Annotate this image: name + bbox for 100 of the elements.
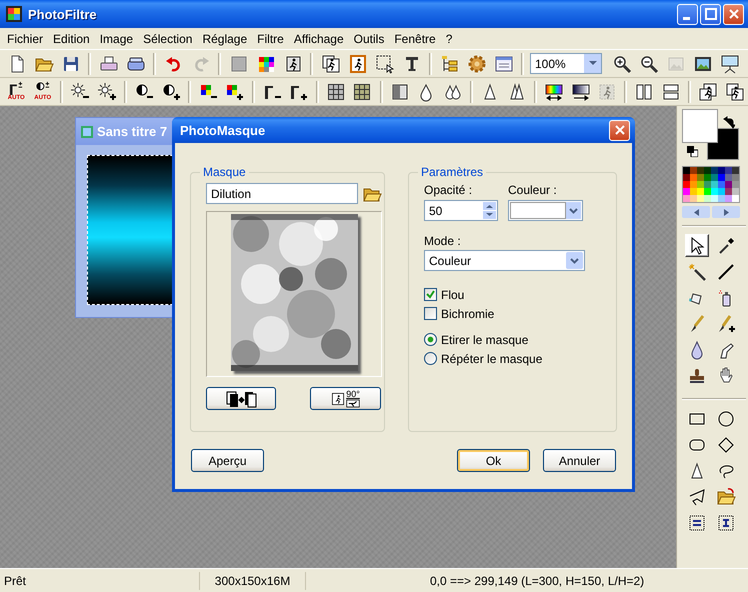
dialog-button[interactable]: Ok — [457, 449, 530, 472]
dotted-i-beam-icon[interactable] — [716, 512, 736, 532]
palette-swatch[interactable] — [690, 181, 697, 188]
palette-swatch[interactable] — [697, 188, 704, 195]
palette-swatch[interactable] — [683, 181, 690, 188]
grid-icon[interactable] — [352, 82, 372, 102]
diamond-icon[interactable] — [716, 434, 736, 454]
line-icon[interactable] — [716, 262, 736, 282]
gradient-arrow-icon[interactable] — [570, 82, 591, 102]
palette-swatch[interactable] — [711, 181, 718, 188]
projector-screen-icon[interactable] — [720, 54, 740, 74]
menu-item[interactable]: ? — [440, 30, 458, 48]
pages-icon[interactable] — [660, 82, 681, 102]
palette-swatch[interactable] — [690, 188, 697, 195]
rotate-button[interactable]: 90° — [310, 387, 381, 410]
close-button[interactable] — [723, 4, 744, 24]
palette-swatch[interactable] — [732, 181, 739, 188]
palette-swatch[interactable] — [718, 167, 725, 174]
dialog-button[interactable]: Aperçu — [191, 449, 264, 472]
palette-swatch[interactable] — [704, 174, 711, 181]
circle-icon[interactable] — [716, 408, 736, 428]
mode-combobox[interactable]: Couleur — [424, 250, 585, 271]
menu-item[interactable]: Fenêtre — [389, 30, 441, 48]
dialog-button[interactable]: Annuler — [543, 449, 616, 472]
zoom-combobox[interactable]: 100% — [530, 53, 602, 74]
palette-swatch[interactable] — [683, 195, 690, 202]
checkbox[interactable] — [424, 288, 437, 301]
selection-icon[interactable] — [374, 54, 394, 74]
menu-item[interactable]: Sélection — [138, 30, 198, 48]
close-button[interactable] — [609, 120, 630, 140]
palette-swatch[interactable] — [704, 188, 711, 195]
menu-item[interactable]: Image — [94, 30, 138, 48]
palette-swatch[interactable] — [690, 195, 697, 202]
palette-swatch[interactable] — [704, 181, 711, 188]
zoom-out-icon[interactable] — [638, 54, 658, 74]
opacity-spinbox[interactable]: 50 — [424, 200, 498, 221]
grid-icon[interactable] — [326, 82, 346, 102]
palette-swatch[interactable] — [718, 188, 725, 195]
palette-swatch[interactable] — [690, 167, 697, 174]
palette-swatch[interactable] — [732, 167, 739, 174]
menu-item[interactable]: Réglage — [197, 30, 252, 48]
radio-button[interactable] — [424, 333, 437, 346]
mask-name-field[interactable]: Dilution — [206, 183, 358, 204]
palette-swatch[interactable] — [725, 195, 732, 202]
reset-colors-icon[interactable] — [687, 146, 698, 157]
palette-swatch[interactable] — [725, 167, 732, 174]
transform-figure-icon[interactable] — [698, 82, 718, 102]
palette-swatch[interactable] — [704, 195, 711, 202]
palette-swatch[interactable] — [732, 174, 739, 181]
palette-swatch[interactable] — [697, 181, 704, 188]
swap-colors-icon[interactable] — [721, 116, 735, 130]
magic-wand-icon[interactable] — [687, 262, 707, 282]
menu-item[interactable]: Affichage — [288, 30, 349, 48]
minimize-button[interactable] — [677, 4, 698, 24]
contrast-plus-icon[interactable] — [160, 82, 181, 102]
palette-swatch[interactable] — [683, 188, 690, 195]
pages-icon[interactable] — [634, 82, 654, 102]
menu-item[interactable]: Edition — [48, 30, 95, 48]
palette-swatch[interactable] — [683, 174, 690, 181]
brush-plus-icon[interactable] — [716, 314, 736, 334]
palette-swatch[interactable] — [711, 174, 718, 181]
color-combobox[interactable] — [508, 200, 583, 221]
shaded-square-icon[interactable] — [390, 82, 410, 102]
window-icon[interactable] — [494, 54, 514, 74]
spectrum-arrow-icon[interactable] — [544, 82, 564, 102]
palette-swatch[interactable] — [725, 181, 732, 188]
folder-tree-icon[interactable] — [440, 54, 460, 74]
polygon-lasso-icon[interactable] — [687, 486, 707, 506]
palette-swatch[interactable] — [697, 174, 704, 181]
palette-swatch[interactable] — [711, 167, 718, 174]
next-button[interactable] — [712, 206, 740, 218]
palette-swatch[interactable] — [697, 195, 704, 202]
framed-figure-icon[interactable] — [348, 54, 368, 74]
primary-color-swatch[interactable] — [682, 109, 718, 143]
previous-button[interactable] — [682, 206, 710, 218]
menu-item[interactable]: Outils — [348, 30, 390, 48]
palette-swatch[interactable] — [725, 188, 732, 195]
palette-swatch[interactable] — [718, 181, 725, 188]
palette-swatch[interactable] — [732, 195, 739, 202]
square-icon[interactable] — [228, 54, 248, 74]
palette-swatch[interactable] — [683, 167, 690, 174]
palette-swatch[interactable] — [725, 174, 732, 181]
checkbox[interactable] — [424, 307, 437, 320]
radio-button[interactable] — [424, 352, 437, 365]
menu-item[interactable]: Filtre — [252, 30, 289, 48]
palette-swatch[interactable] — [697, 167, 704, 174]
maximize-button[interactable] — [700, 4, 721, 24]
palette-swatch[interactable] — [732, 188, 739, 195]
palette-swatch[interactable] — [711, 188, 718, 195]
palette-swatch[interactable] — [718, 195, 725, 202]
zoom-in-icon[interactable] — [612, 54, 632, 74]
palette-swatch[interactable] — [690, 174, 697, 181]
folder-icon[interactable] — [716, 486, 736, 506]
figure-pages-icon[interactable] — [320, 54, 340, 74]
dotted-equals-icon[interactable] — [687, 512, 707, 532]
menu-item[interactable]: Fichier — [2, 30, 48, 48]
swap-button[interactable] — [206, 387, 276, 410]
palette-swatch[interactable] — [718, 174, 725, 181]
gear-icon[interactable] — [466, 54, 486, 74]
palette-swatch[interactable] — [711, 195, 718, 202]
